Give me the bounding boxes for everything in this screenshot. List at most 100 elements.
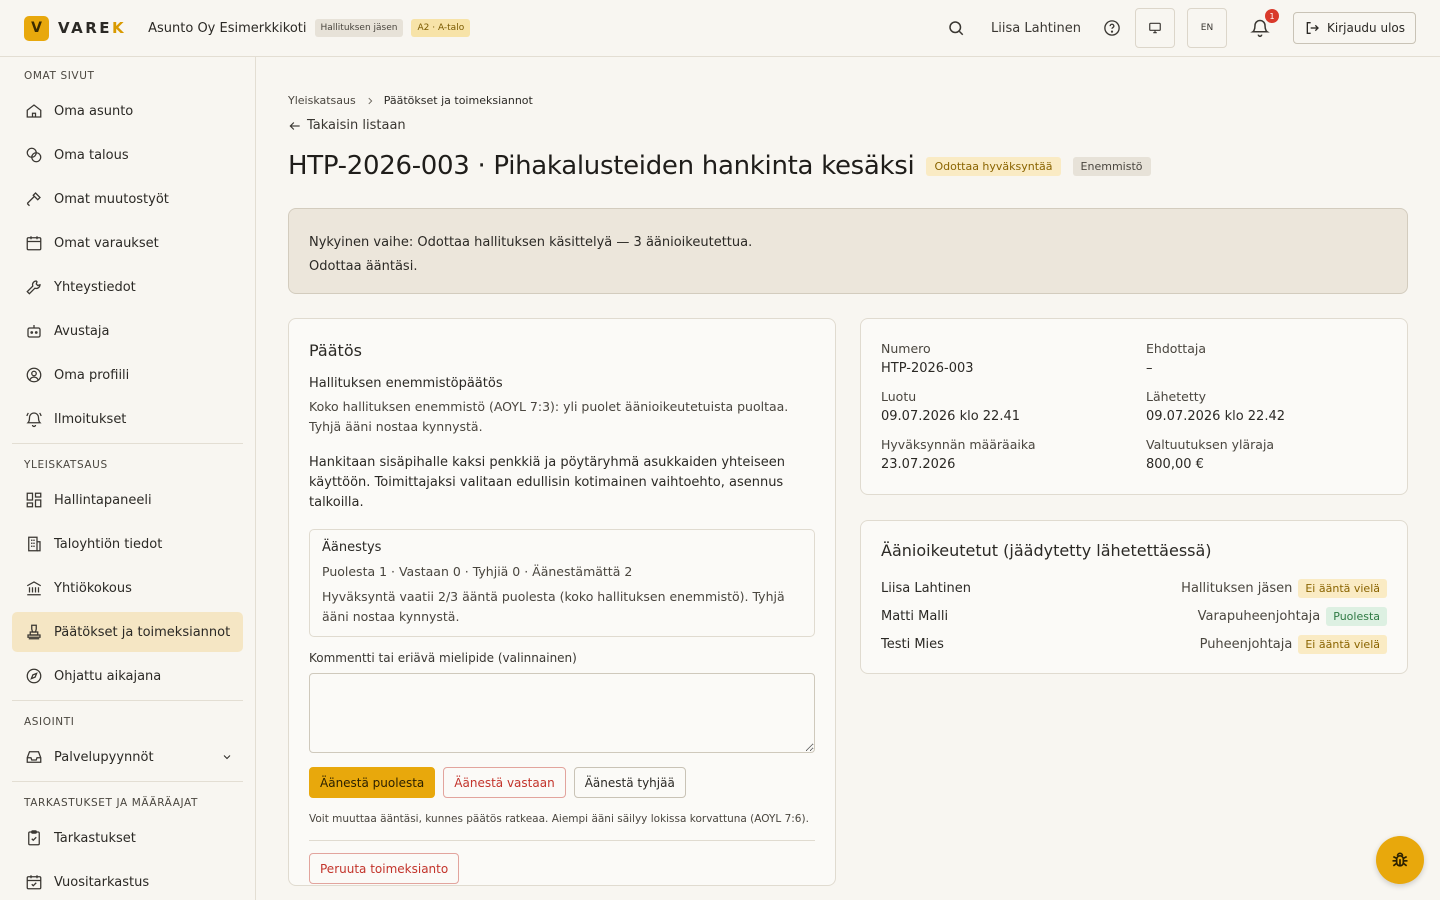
help-icon[interactable] — [1101, 17, 1123, 39]
bug-report-button[interactable] — [1376, 836, 1424, 884]
meta-value: 09.07.2026 klo 22.42 — [1146, 409, 1286, 424]
logout-button[interactable]: Kirjaudu ulos — [1293, 12, 1416, 44]
search-icon[interactable] — [945, 17, 967, 39]
sidebar-item-omat-muutostyot[interactable]: Omat muutostyöt — [12, 179, 243, 219]
voting-title: Äänestys — [322, 540, 382, 555]
meta-label: Numero — [881, 341, 931, 356]
sidebar-item-label: Oma talous — [54, 147, 129, 163]
meta-value: – — [1146, 361, 1153, 376]
sidebar-item-palvelupyynnot[interactable]: Palvelupyynnöt — [12, 737, 243, 777]
sidebar-item-label: Ilmoitukset — [54, 411, 127, 427]
bug-icon — [1392, 852, 1408, 867]
meta-value: HTP-2026-003 — [881, 361, 974, 376]
decision-rule-description: Koko hallituksen enemmistö (AOYL 7:3): y… — [309, 399, 789, 434]
decision-card: Päätös Hallituksen enemmistöpäätös Koko … — [288, 318, 836, 886]
sidebar-item-taloyhtion-tiedot[interactable]: Taloyhtiön tiedot — [12, 524, 243, 564]
calendar-check-icon — [24, 872, 44, 892]
sidebar-item-avustaja[interactable]: Avustaja — [12, 311, 243, 351]
voter-status-badge: Puolesta — [1326, 606, 1387, 626]
back-to-list-link[interactable]: Takaisin listaan — [288, 118, 406, 133]
monitor-icon — [1149, 22, 1161, 34]
sidebar-item-vuositarkastus[interactable]: Vuositarkastus — [12, 862, 243, 900]
sidebar-item-ohjattu-aikajana[interactable]: Ohjattu aikajana — [12, 656, 243, 696]
user-circle-icon — [24, 365, 44, 385]
sidebar-item-oma-talous[interactable]: Oma talous — [12, 135, 243, 175]
breadcrumb: Yleiskatsaus Päätökset ja toimeksiannot — [288, 94, 533, 107]
logout-label: Kirjaudu ulos — [1327, 21, 1405, 35]
meta-label: Luotu — [881, 389, 917, 404]
sidebar-item-omat-varaukset[interactable]: Omat varaukset — [12, 223, 243, 263]
user-name[interactable]: Liisa Lahtinen — [991, 21, 1081, 36]
bell-ring-icon — [24, 409, 44, 429]
meta-value: 23.07.2026 — [881, 457, 956, 472]
voting-note: Hyväksyntä vaatii 2/3 ääntä puolesta (ko… — [322, 589, 785, 624]
sidebar-item-hallintapaneeli[interactable]: Hallintapaneeli — [12, 480, 243, 520]
breadcrumb-root-link[interactable]: Yleiskatsaus — [288, 94, 356, 107]
sidebar-item-oma-asunto[interactable]: Oma asunto — [12, 91, 243, 131]
vote-for-button[interactable]: Äänestä puolesta — [309, 767, 436, 798]
vote-blank-button[interactable]: Äänestä tyhjää — [573, 767, 686, 798]
calendar-icon — [24, 233, 44, 253]
apartment-badge: A2 · A-talo — [411, 19, 471, 37]
logo-mark-icon: V — [24, 15, 49, 41]
sidebar-item-yhteystiedot[interactable]: Yhteystiedot — [12, 267, 243, 307]
meta-created: Luotu 09.07.2026 klo 22.41 — [881, 387, 1146, 427]
meta-sent: Lähetetty 09.07.2026 klo 22.42 — [1146, 387, 1386, 427]
coins-icon — [24, 145, 44, 165]
display-mode-button[interactable] — [1135, 8, 1175, 48]
voter-role: Varapuheenjohtaja — [1197, 608, 1321, 624]
chevron-down-icon[interactable] — [221, 751, 233, 763]
voters-card: Äänioikeutetut (jäädytetty lähetettäessä… — [860, 520, 1408, 674]
breadcrumb-current: Päätökset ja toimeksiannot — [383, 94, 533, 107]
metadata-card: Numero HTP-2026-003 Ehdottaja – Luotu 09… — [860, 318, 1408, 495]
compass-icon — [24, 666, 44, 686]
meta-label: Lähetetty — [1146, 389, 1207, 404]
sidebar-item-label: Oma profiili — [54, 367, 130, 383]
arrow-left-icon — [289, 121, 300, 130]
sidebar-item-label: Palvelupyynnöt — [54, 749, 154, 765]
vote-button-row: Äänestä puolesta Äänestä vastaan Äänestä… — [309, 767, 815, 798]
meta-value: 09.07.2026 klo 22.41 — [881, 409, 1021, 424]
sidebar-item-paatokset[interactable]: Päätökset ja toimeksiannot — [12, 612, 243, 652]
logo-text: VAREK — [58, 19, 127, 37]
voter-row: Liisa Lahtinen Hallituksen jäsen Ei äänt… — [881, 574, 1387, 602]
voters-heading: Äänioikeutetut (jäädytetty lähetettäessä… — [881, 541, 1212, 560]
org-name: Asunto Oy Esimerkkikoti — [148, 20, 307, 36]
hammer-icon — [24, 189, 44, 209]
clipboard-check-icon — [24, 828, 44, 848]
cancel-assignment-button[interactable]: Peruuta toimeksianto — [309, 853, 460, 884]
home-icon — [24, 101, 44, 121]
meta-deadline: Hyväksynnän määräaika 23.07.2026 — [881, 435, 1146, 475]
page-title-row: HTP-2026-003 · Pihakalusteiden hankinta … — [288, 151, 1151, 181]
sidebar-item-label: Omat varaukset — [54, 235, 159, 251]
sidebar-item-yhtiokokous[interactable]: Yhtiökokous — [12, 568, 243, 608]
meta-limit: Valtuutuksen yläraja 800,00 € — [1146, 435, 1386, 475]
stamp-icon — [24, 622, 44, 642]
voter-name: Matti Malli — [881, 608, 949, 624]
dashboard-icon — [24, 490, 44, 510]
wrench-icon — [24, 277, 44, 297]
back-link-label: Takaisin listaan — [307, 118, 406, 133]
notification-count-badge: 1 — [1265, 9, 1279, 23]
sidebar-item-tarkastukset[interactable]: Tarkastukset — [12, 818, 243, 858]
voter-role: Hallituksen jäsen — [1181, 580, 1293, 596]
vote-against-button[interactable]: Äänestä vastaan — [443, 767, 566, 798]
decision-heading: Päätös — [309, 341, 362, 360]
notifications-button[interactable]: 1 — [1249, 9, 1279, 39]
meta-proposer: Ehdottaja – — [1146, 339, 1386, 379]
meta-label: Valtuutuksen yläraja — [1146, 437, 1275, 452]
sidebar-item-oma-profiili[interactable]: Oma profiili — [12, 355, 243, 395]
language-button[interactable]: EN — [1187, 8, 1227, 48]
meta-label: Ehdottaja — [1146, 341, 1206, 356]
app-logo[interactable]: V VAREK — [24, 15, 127, 41]
voter-status-badge: Ei ääntä vielä — [1298, 578, 1387, 598]
sidebar-item-label: Ohjattu aikajana — [54, 668, 162, 684]
voting-summary: Äänestys Puolesta 1 · Vastaan 0 · Tyhjiä… — [309, 529, 815, 637]
comment-textarea[interactable] — [309, 673, 815, 753]
voter-status-badge: Ei ääntä vielä — [1298, 634, 1387, 654]
chevron-right-icon — [365, 96, 375, 106]
voter-row: Matti Malli Varapuheenjohtaja Puolesta — [881, 602, 1387, 630]
sidebar-divider — [12, 443, 243, 444]
sidebar-item-ilmoitukset[interactable]: Ilmoitukset — [12, 399, 243, 439]
building-icon — [24, 534, 44, 554]
